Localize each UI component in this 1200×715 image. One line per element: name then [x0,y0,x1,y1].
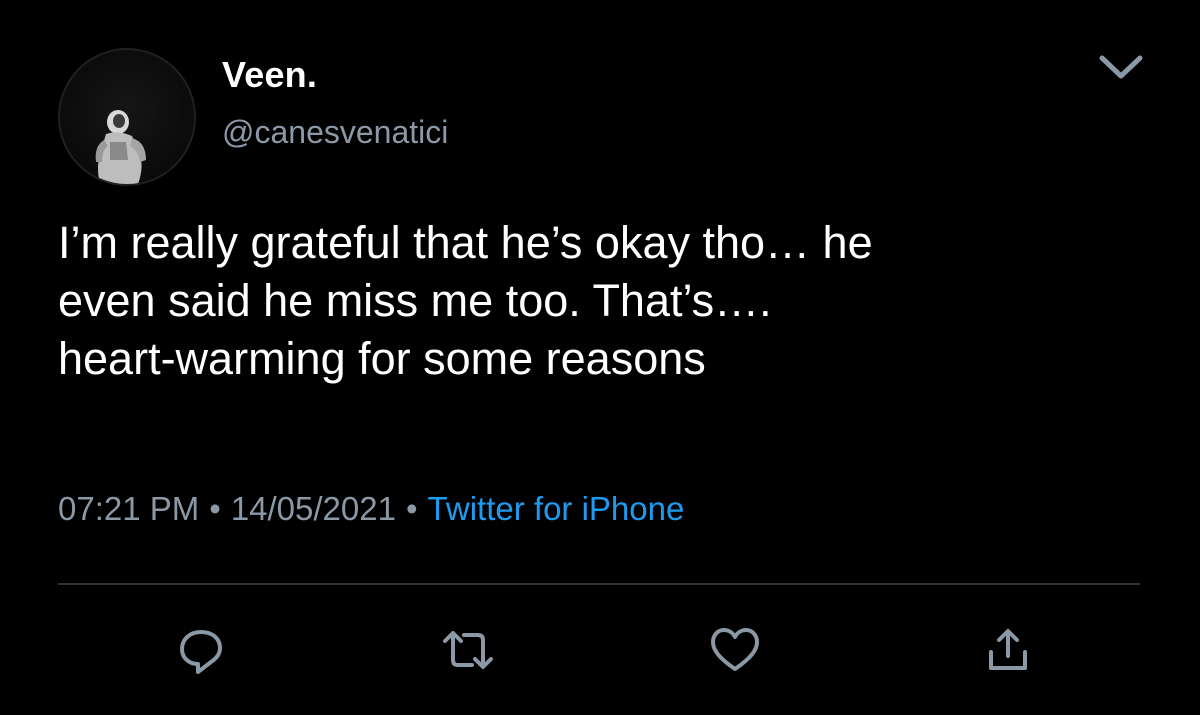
avatar[interactable] [58,48,196,186]
tweet-text: I’m really grateful that he’s okay tho… … [58,217,873,384]
meta-separator: • [209,490,221,527]
user-handle[interactable]: @canesvenatici [222,114,448,151]
share-icon[interactable] [980,622,1036,678]
tweet-date: 14/05/2021 [230,490,396,527]
reply-icon[interactable] [173,622,229,678]
retweet-icon[interactable] [440,622,496,678]
heart-icon[interactable] [707,622,763,678]
tweet-source-link[interactable]: Twitter for iPhone [428,490,685,527]
tweet-time: 07:21 PM [58,490,200,527]
meta-separator: • [405,490,418,527]
chevron-down-icon[interactable] [1096,48,1146,88]
display-name[interactable]: Veen. [222,54,317,96]
tweet-card: Veen. @canesvenatici I’m really grateful… [0,0,1200,715]
tweet-meta: 07:21 PM • 14/05/2021 • Twitter for iPhone [58,490,684,528]
divider [58,583,1140,585]
astronaut-icon [95,110,146,184]
